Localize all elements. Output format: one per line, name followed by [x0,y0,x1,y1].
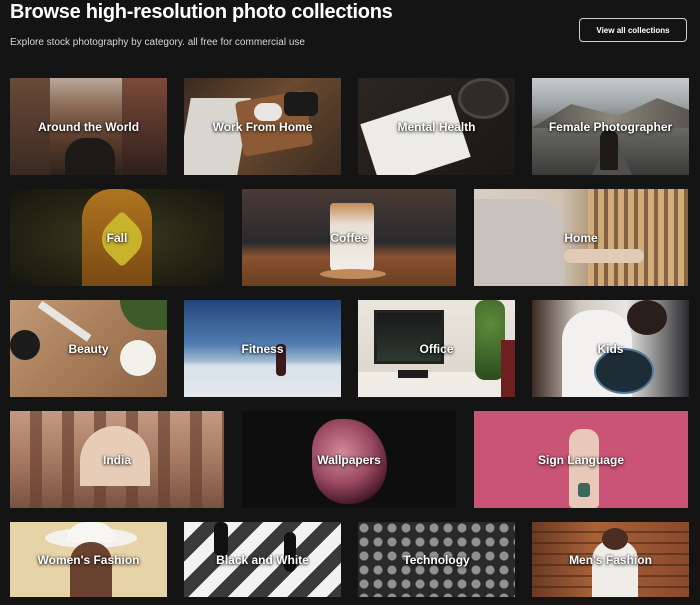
collection-label: Female Photographer [548,119,673,134]
collection-label: Fitness [241,341,284,356]
collection-label: Work From Home [212,119,313,134]
collection-label: Women's Fashion [37,552,140,567]
collection-label: Coffee [330,230,368,245]
collection-tile-mental-health[interactable]: Mental Health [358,78,515,175]
collection-tile-mens-fashion[interactable]: Men's Fashion [532,522,689,597]
collection-label: Home [564,230,598,245]
collection-tile-wallpapers[interactable]: Wallpapers [242,411,456,508]
collection-label: Black and White [216,552,309,567]
collection-label: Mental Health [397,119,476,134]
collection-tile-coffee[interactable]: Coffee [242,189,456,286]
collection-tile-india[interactable]: India [10,411,224,508]
collection-label: Fall [106,230,128,245]
collection-label: Around the World [37,119,140,134]
collection-tile-female-photographer[interactable]: Female Photographer [532,78,689,175]
collection-label: Beauty [68,341,109,356]
collection-label: Men's Fashion [569,552,652,567]
collection-tile-around-the-world[interactable]: Around the World [10,78,167,175]
collection-tile-technology[interactable]: Technology [358,522,515,597]
collection-tile-black-and-white[interactable]: Black and White [184,522,341,597]
view-all-collections-button[interactable]: View all collections [579,18,687,42]
page-bottom-edge [0,597,700,605]
collection-tile-work-from-home[interactable]: Work From Home [184,78,341,175]
collection-tile-womens-fashion[interactable]: Women's Fashion [10,522,167,597]
collection-tile-home[interactable]: Home [474,189,688,286]
collection-tile-sign-language[interactable]: Sign Language [474,411,688,508]
collection-label: India [102,452,131,467]
collection-label: Sign Language [537,452,624,467]
collection-label: Wallpapers [317,452,381,467]
collection-tile-beauty[interactable]: Beauty [10,300,167,397]
collection-label: Kids [597,341,624,356]
page-title: Browse high-resolution photo collections [10,1,393,23]
collection-label: Office [419,341,454,356]
page-subtitle: Explore stock photography by category. a… [10,37,305,48]
collection-label: Technology [403,552,470,567]
collection-tile-kids[interactable]: Kids [532,300,689,397]
collection-tile-fitness[interactable]: Fitness [184,300,341,397]
collection-tile-fall[interactable]: Fall [10,189,224,286]
collection-tile-office[interactable]: Office [358,300,515,397]
